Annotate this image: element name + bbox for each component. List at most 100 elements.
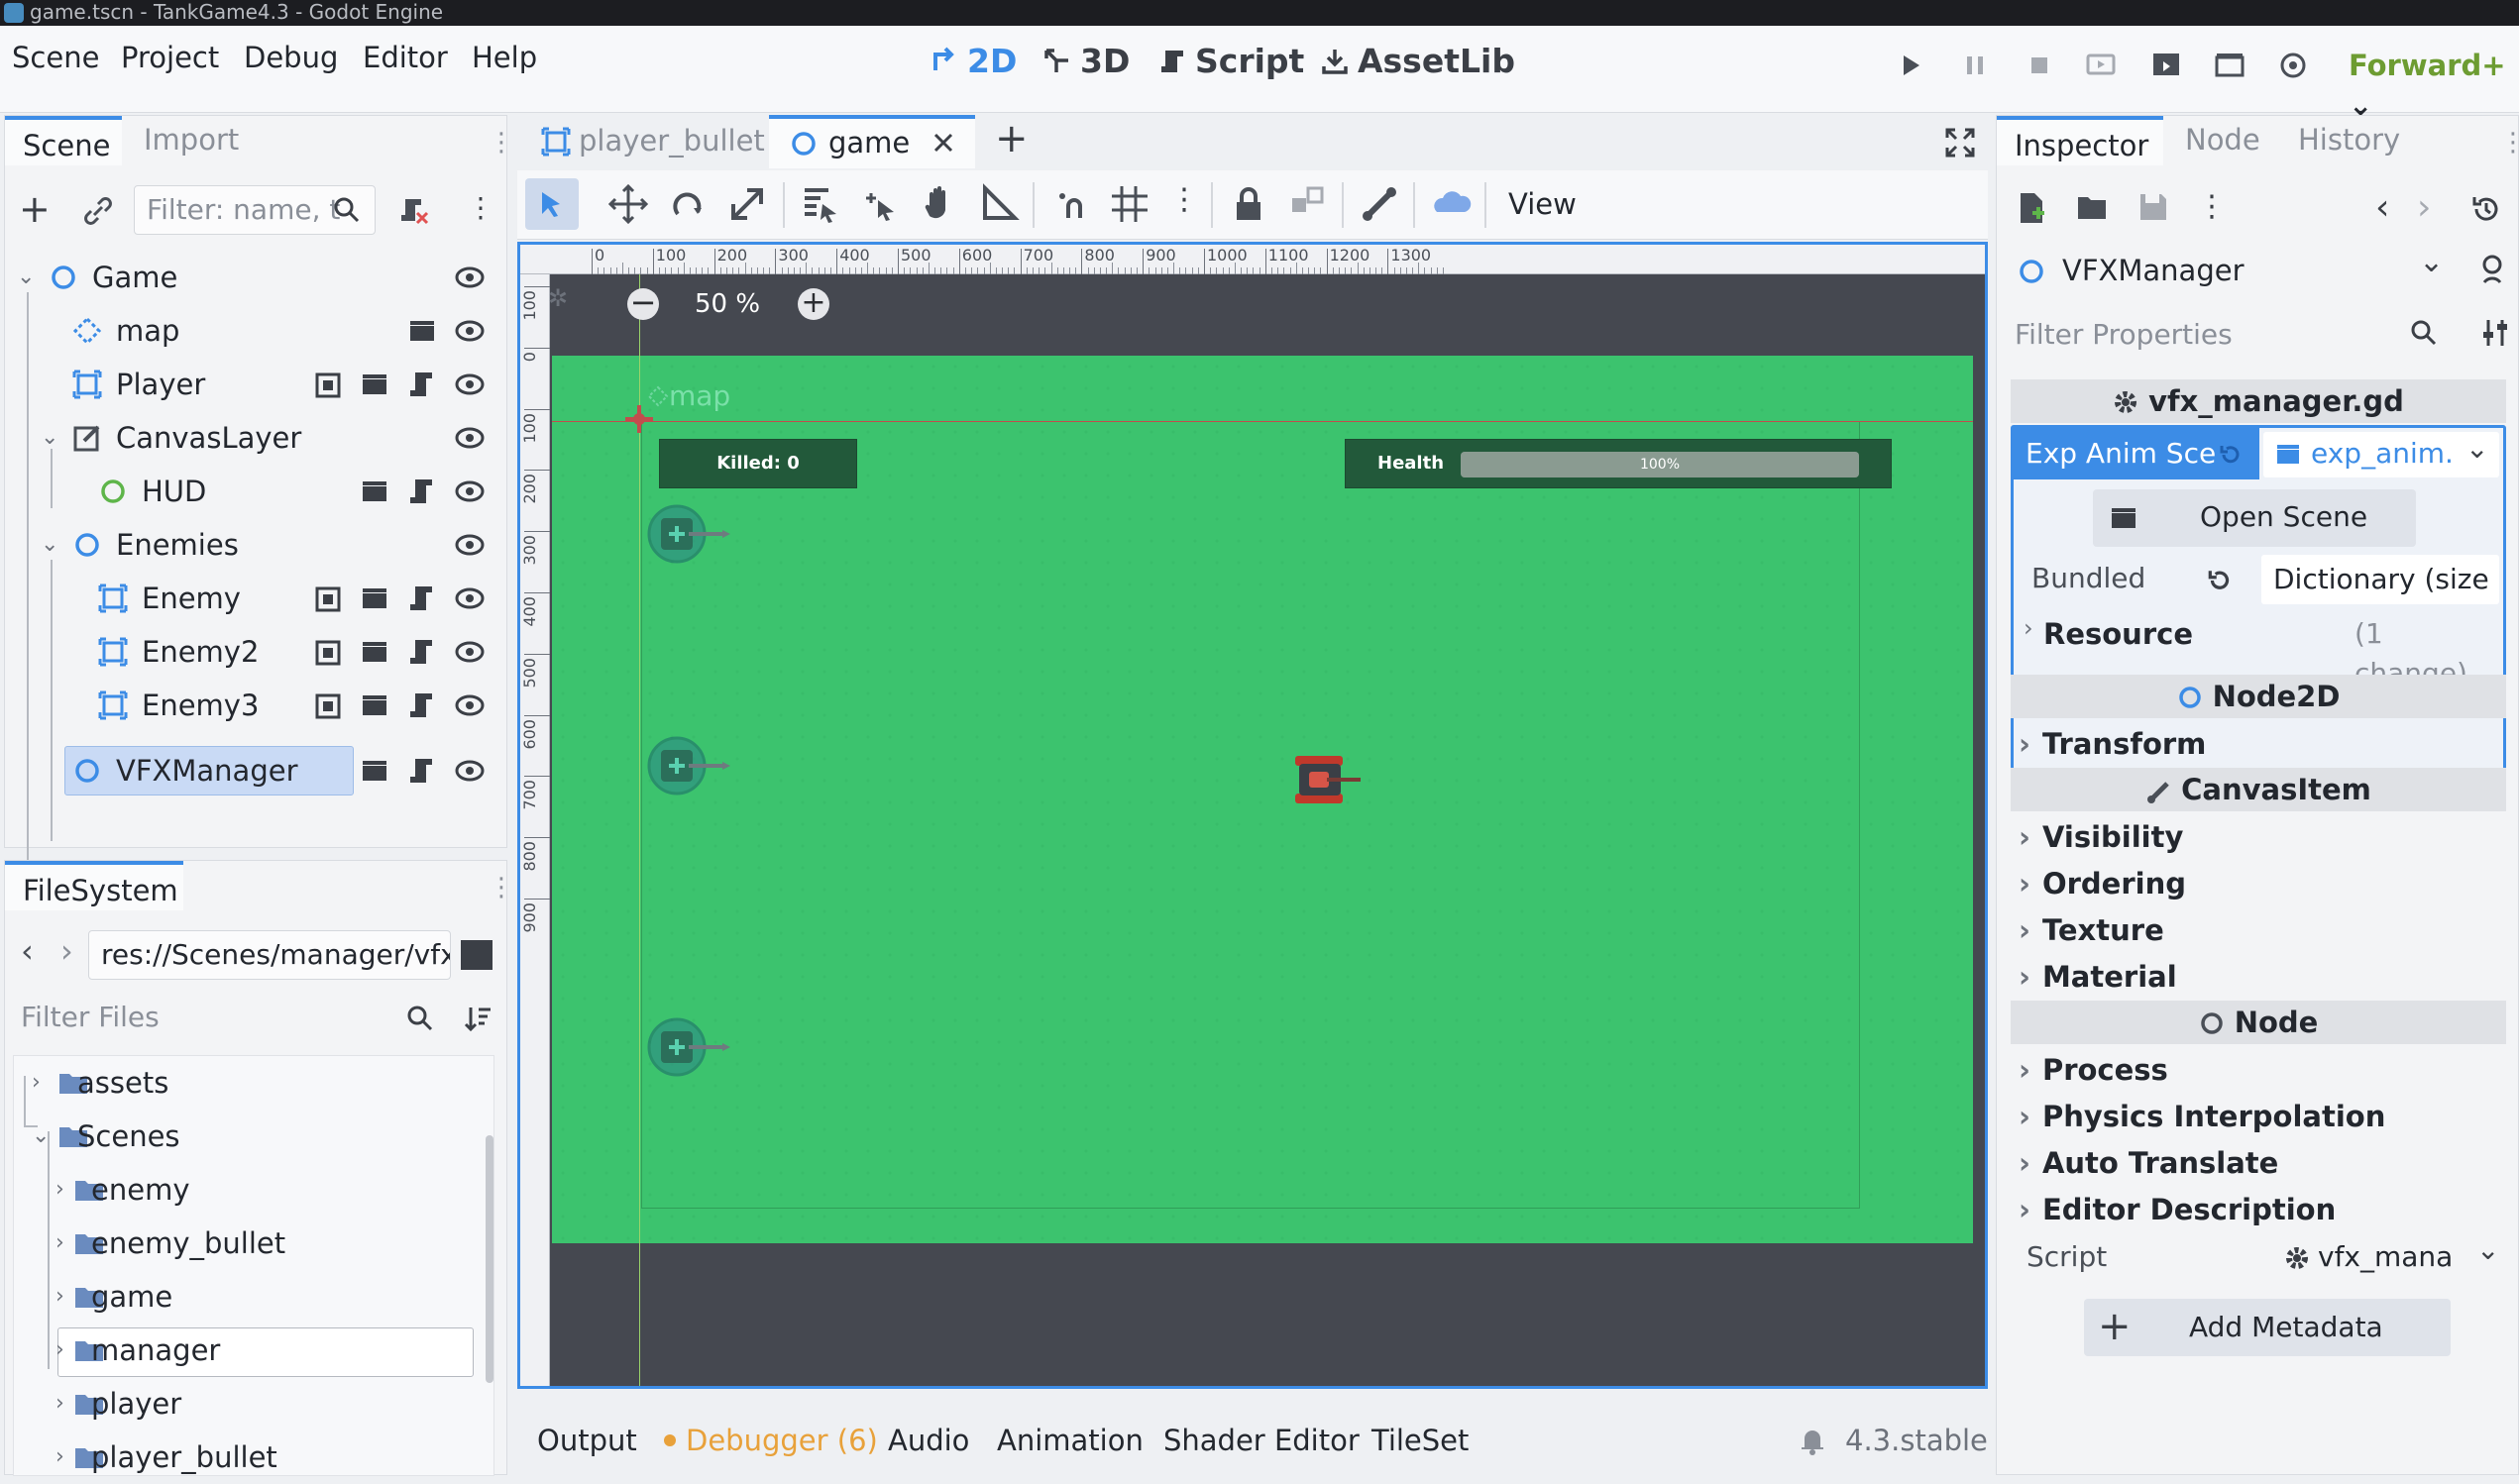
renderer-select[interactable]: Forward+ ⌄ (2349, 46, 2519, 125)
object-properties-icon[interactable] (2480, 253, 2514, 286)
add-tab-icon[interactable]: + (995, 117, 1029, 160)
material-group[interactable]: › Material (2019, 954, 2504, 1000)
tree-node-enemy3[interactable]: Enemy3 (5, 679, 500, 732)
distraction-free-icon[interactable] (1944, 127, 1976, 159)
new-resource-icon[interactable] (2017, 191, 2046, 225)
canvas-viewport[interactable]: 0 100 200 300 400 500 600 700 800 900 1000 1100 1200… (517, 242, 1988, 1389)
instance-icon[interactable] (407, 318, 437, 344)
select-tool-button[interactable] (525, 178, 579, 230)
tree-node-vfxmanager[interactable]: VFXManager (5, 744, 500, 797)
folder-item-manager[interactable]: › manager (14, 1324, 480, 1377)
tree-node-map[interactable]: map (5, 304, 500, 358)
tab-node[interactable]: Node (2185, 120, 2260, 159)
filesystem-filter-input[interactable]: Filter Files (9, 994, 459, 1043)
zoom-in-button[interactable]: + (798, 288, 829, 320)
player-tank-sprite[interactable] (1291, 750, 1367, 809)
revert-icon[interactable] (2206, 567, 2234, 594)
instance-icon[interactable] (360, 639, 389, 665)
back-arrow-icon[interactable]: ‹ (21, 932, 34, 970)
play-scene-icon[interactable] (2148, 48, 2184, 83)
list-select-icon[interactable] (799, 182, 842, 226)
instance-icon[interactable] (360, 478, 389, 504)
animation-tab[interactable]: Animation (997, 1419, 1144, 1462)
workspace-script-button[interactable]: Script (1157, 42, 1304, 81)
visibility-eye-icon[interactable] (455, 265, 485, 290)
auto-translate-group[interactable]: › Auto Translate (2019, 1140, 2504, 1186)
snap-options-icon[interactable]: ⋮ (1169, 182, 1199, 217)
add-metadata-button[interactable]: + Add Metadata (2084, 1299, 2451, 1356)
folder-item-enemy[interactable]: › enemy (14, 1163, 480, 1217)
close-icon[interactable] (931, 131, 955, 155)
tree-node-player[interactable]: Player (5, 358, 500, 411)
history-back-icon[interactable]: ‹ (2375, 187, 2389, 228)
visibility-eye-icon[interactable] (455, 318, 485, 344)
resource-subsection[interactable]: › Resource (1 change) (2014, 610, 2503, 689)
history-forward-icon[interactable]: › (2417, 187, 2431, 228)
process-group[interactable]: › Process (2019, 1047, 2504, 1093)
tileset-tab[interactable]: TileSet (1371, 1419, 1469, 1462)
history-icon[interactable] (2470, 193, 2502, 225)
view-menu-button[interactable]: View (1508, 182, 1577, 226)
folder-item-enemy-bullet[interactable]: › enemy_bullet (14, 1217, 480, 1270)
visibility-eye-icon[interactable] (455, 692, 485, 718)
open-folder-icon[interactable] (2076, 193, 2110, 223)
revert-icon[interactable] (2218, 442, 2244, 468)
skeleton-bone-icon[interactable] (1358, 182, 1401, 226)
pivot-tool-icon[interactable] (858, 182, 902, 226)
visibility-eye-icon[interactable] (455, 425, 485, 451)
group-icon[interactable] (314, 639, 342, 667)
rotate-tool-icon[interactable] (666, 182, 710, 226)
add-node-icon[interactable]: + (19, 190, 51, 228)
editor-description-group[interactable]: › Editor Description (2019, 1187, 2504, 1232)
group-icon[interactable] (314, 371, 342, 399)
enemy2-tank-sprite[interactable] (645, 734, 734, 797)
property-tools-icon[interactable] (2480, 316, 2510, 350)
script-icon[interactable] (407, 370, 435, 399)
instance-icon[interactable] (360, 585, 389, 611)
menu-project[interactable]: Project (121, 38, 219, 77)
particles-icon[interactable] (1429, 182, 1473, 226)
ordering-group[interactable]: › Ordering (2019, 861, 2504, 906)
instance-icon[interactable] (360, 758, 389, 784)
texture-group[interactable]: › Texture (2019, 907, 2504, 953)
visibility-group[interactable]: › Visibility (2019, 814, 2504, 860)
remote-debug-icon[interactable] (2083, 48, 2119, 83)
group-icon[interactable] (314, 692, 342, 720)
tab-game[interactable]: game (769, 115, 975, 168)
notification-bell-icon[interactable] (1798, 1425, 1827, 1456)
output-tab[interactable]: Output (537, 1419, 637, 1462)
lock-icon[interactable] (1227, 182, 1270, 226)
stop-icon[interactable] (2022, 48, 2057, 83)
tab-scene[interactable]: Scene (5, 116, 122, 165)
dock-menu-icon[interactable]: ⋮ (489, 873, 514, 902)
menu-debug[interactable]: Debug (244, 38, 338, 77)
zoom-level[interactable]: 50 % (695, 284, 760, 324)
zoom-out-button[interactable]: − (627, 286, 659, 320)
scene-dock-menu-icon[interactable]: ⋮ (467, 191, 494, 224)
visibility-eye-icon[interactable] (455, 532, 485, 558)
tab-filesystem[interactable]: FileSystem (5, 861, 183, 910)
visibility-eye-icon[interactable] (455, 758, 485, 784)
filter-properties-input[interactable]: Filter Properties (2003, 308, 2459, 362)
pause-icon[interactable] (1957, 48, 1993, 83)
script-icon[interactable] (407, 583, 435, 613)
script-icon[interactable] (407, 637, 435, 667)
enemy-tank-sprite[interactable] (645, 502, 734, 566)
script-section-header[interactable]: vfx_manager.gd (2011, 379, 2506, 423)
script-icon[interactable] (407, 690, 435, 720)
open-scene-button[interactable]: Open Scene (2093, 489, 2416, 547)
pan-tool-icon[interactable] (918, 182, 961, 226)
tab-inspector[interactable]: Inspector (1997, 116, 2163, 165)
workspace-3d-button[interactable]: 3D (1042, 42, 1130, 81)
script-icon[interactable] (407, 477, 435, 506)
folder-item-player[interactable]: › player (14, 1377, 480, 1431)
ruler-tool-icon[interactable] (977, 182, 1021, 226)
play-icon[interactable] (1893, 48, 1928, 83)
menu-scene[interactable]: Scene (12, 38, 99, 77)
forward-arrow-icon[interactable]: › (60, 932, 73, 970)
tree-node-enemies[interactable]: ⌄ Enemies (5, 518, 500, 572)
visibility-eye-icon[interactable] (455, 371, 485, 397)
instance-icon[interactable] (360, 371, 389, 397)
script-remove-icon[interactable] (399, 195, 429, 225)
grid-snap-icon[interactable] (1108, 182, 1151, 226)
